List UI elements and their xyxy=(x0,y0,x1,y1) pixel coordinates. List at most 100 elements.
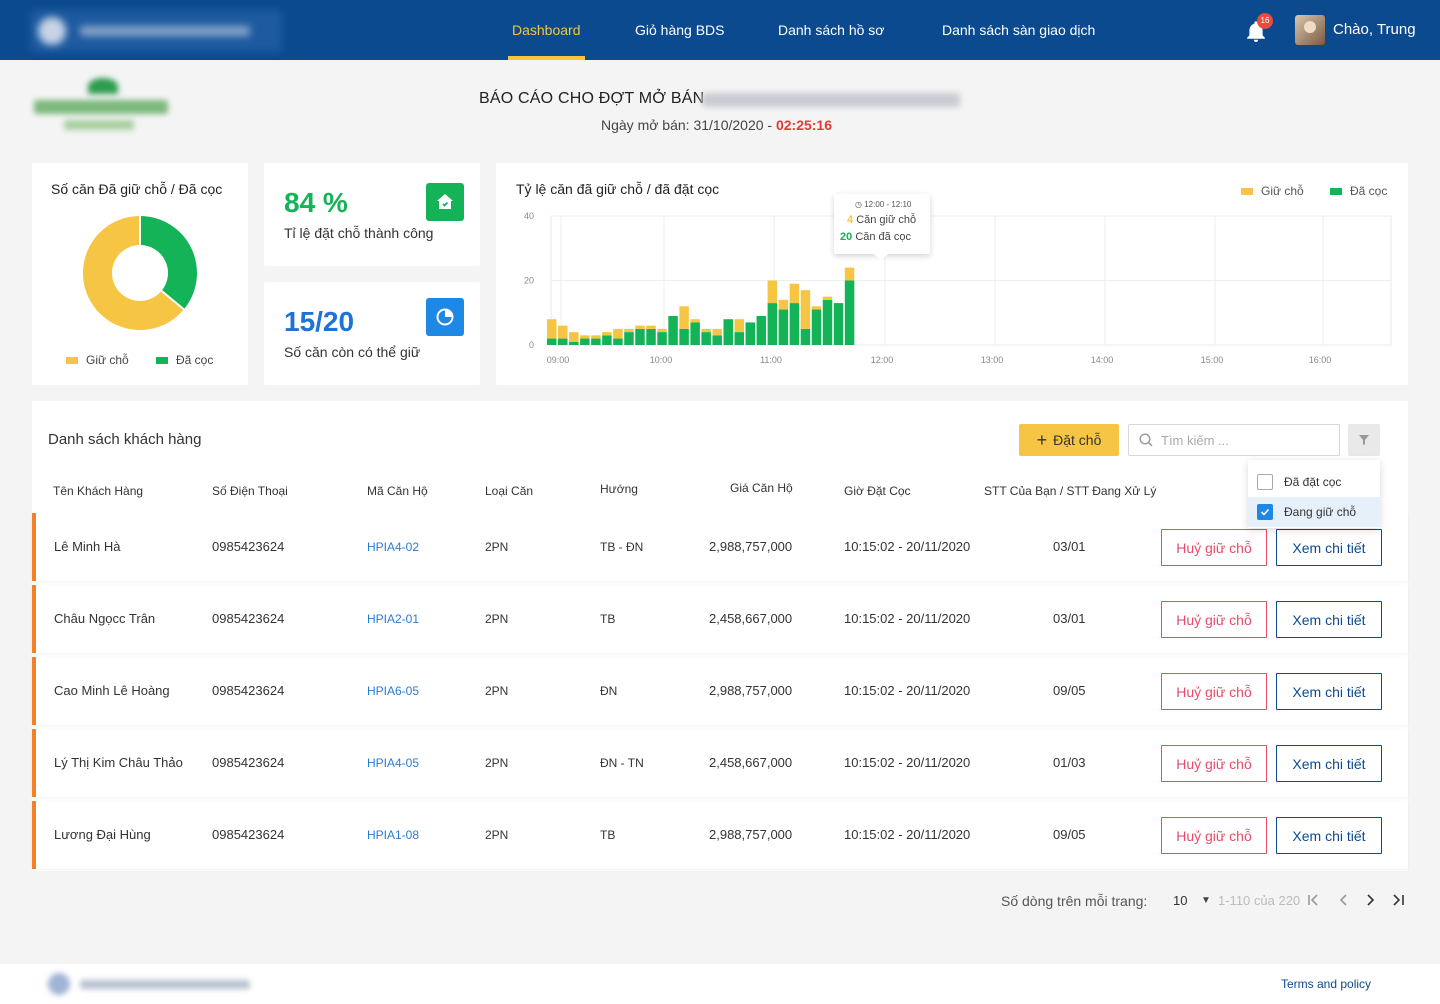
bar-deposit[interactable] xyxy=(767,303,778,345)
apartment-price: 2,988,757,000 xyxy=(709,539,793,554)
bar-hold[interactable] xyxy=(811,306,822,310)
next-page-icon[interactable] xyxy=(1362,892,1378,908)
cancel-hold-button[interactable]: Huỷ giữ chỗ xyxy=(1161,529,1267,566)
last-page-icon[interactable] xyxy=(1390,892,1406,908)
apartment-code[interactable]: HPIA4-05 xyxy=(367,729,419,797)
bar-deposit[interactable] xyxy=(789,303,800,345)
view-detail-button[interactable]: Xem chi tiết xyxy=(1276,601,1382,638)
table-row[interactable]: Châu Ngọcc Trân 0985423624 HPIA2-01 2PN … xyxy=(32,585,1408,653)
first-page-icon[interactable] xyxy=(1306,892,1322,908)
cancel-hold-button[interactable]: Huỷ giữ chỗ xyxy=(1161,817,1267,854)
bar-deposit[interactable] xyxy=(734,332,745,345)
bar-hold[interactable] xyxy=(679,306,689,329)
bar-hold[interactable] xyxy=(602,332,612,336)
clock-icon: ◷ xyxy=(855,200,865,209)
bar-deposit[interactable] xyxy=(580,338,590,345)
add-booking-button[interactable]: + Đặt chỗ xyxy=(1019,424,1119,456)
view-detail-button[interactable]: Xem chi tiết xyxy=(1276,745,1382,782)
bar-deposit[interactable] xyxy=(569,341,579,345)
apartment-code[interactable]: HPIA4-02 xyxy=(367,513,419,581)
search-box[interactable] xyxy=(1128,424,1340,456)
filter-button[interactable] xyxy=(1348,424,1380,456)
apartment-code[interactable]: HPIA6-05 xyxy=(367,657,419,725)
view-detail-button[interactable]: Xem chi tiết xyxy=(1276,529,1382,566)
table-row[interactable]: Lương Đại Hùng 0985423624 HPIA1-08 2PN T… xyxy=(32,801,1408,869)
checkbox-deposited[interactable] xyxy=(1257,474,1273,490)
cancel-hold-button[interactable]: Huỷ giữ chỗ xyxy=(1161,745,1267,782)
bar-deposit[interactable] xyxy=(723,319,733,345)
bar-deposit[interactable] xyxy=(635,328,645,345)
bar-deposit[interactable] xyxy=(646,328,656,345)
bar-deposit[interactable] xyxy=(679,328,689,345)
search-input[interactable] xyxy=(1161,432,1321,448)
table-row[interactable]: Lý Thị Kim Châu Thảo 0985423624 HPIA4-05… xyxy=(32,729,1408,797)
nav-exchanges[interactable]: Danh sách sàn giao dịch xyxy=(942,0,1095,60)
bar-hold[interactable] xyxy=(734,319,745,333)
bar-hold[interactable] xyxy=(569,332,579,342)
terms-link[interactable]: Terms and policy xyxy=(1281,977,1371,991)
bar-deposit[interactable] xyxy=(591,338,601,345)
bar-hold[interactable] xyxy=(822,296,833,300)
rows-per-page-select[interactable]: 10 xyxy=(1173,893,1187,908)
cancel-hold-button[interactable]: Huỷ giữ chỗ xyxy=(1161,673,1267,710)
prev-page-icon[interactable] xyxy=(1336,892,1352,908)
brand-logo[interactable] xyxy=(30,10,282,52)
bar-hold[interactable] xyxy=(624,328,634,333)
bar-deposit[interactable] xyxy=(756,315,767,345)
bar-hold[interactable] xyxy=(591,335,601,339)
bar-deposit[interactable] xyxy=(701,332,711,345)
bar-hold[interactable] xyxy=(778,299,789,310)
bar-deposit[interactable] xyxy=(745,322,756,345)
bar-deposit[interactable] xyxy=(602,335,612,345)
bar-deposit[interactable] xyxy=(844,280,855,346)
bar-deposit[interactable] xyxy=(712,335,722,345)
tooltip-hold: 4 Căn giữ chỗ xyxy=(847,214,917,226)
bar-chart[interactable]: 0 20 40 09:00 10:00 11:00 12:00 13:00 14:00 15:00… xyxy=(496,163,1408,385)
bar-hold[interactable] xyxy=(613,328,623,339)
chevron-down-icon[interactable]: ▼ xyxy=(1201,895,1211,906)
bar-deposit[interactable] xyxy=(657,332,667,345)
bar-deposit[interactable] xyxy=(811,309,822,345)
checkbox-holding[interactable] xyxy=(1257,504,1273,520)
bar-deposit[interactable] xyxy=(822,299,833,345)
bar-deposit[interactable] xyxy=(778,309,789,345)
bar-deposit[interactable] xyxy=(613,338,623,345)
bar-deposit[interactable] xyxy=(800,328,811,345)
filter-option-holding[interactable]: Đang giữ chỗ xyxy=(1248,497,1380,527)
user-greeting[interactable]: Chào, Trung xyxy=(1333,0,1416,60)
bar-deposit[interactable] xyxy=(668,315,678,345)
bar-hold[interactable] xyxy=(547,319,557,339)
bar-deposit[interactable] xyxy=(547,338,557,345)
bar-deposit[interactable] xyxy=(624,332,634,345)
bar-hold[interactable] xyxy=(646,325,656,329)
bar-hold[interactable] xyxy=(800,290,811,329)
bar-hold[interactable] xyxy=(701,328,711,333)
bar-hold[interactable] xyxy=(558,325,568,339)
bar-hold[interactable] xyxy=(844,267,855,281)
bar-hold[interactable] xyxy=(690,319,700,323)
nav-cart[interactable]: Giỏ hàng BDS xyxy=(635,0,725,60)
bar-deposit[interactable] xyxy=(833,303,844,345)
avatar[interactable] xyxy=(1295,15,1325,45)
queue-number: 09/05 xyxy=(1053,827,1086,842)
bar-hold[interactable] xyxy=(635,325,645,329)
bar-hold[interactable] xyxy=(767,280,778,304)
table-row[interactable]: Cao Minh Lê Hoàng 0985423624 HPIA6-05 2P… xyxy=(32,657,1408,725)
filter-option-deposited[interactable]: Đã đặt cọc xyxy=(1248,467,1380,497)
bar-hold[interactable] xyxy=(580,335,590,339)
nav-profiles[interactable]: Danh sách hồ sơ xyxy=(778,0,884,60)
tooltip-deposit: 20 Căn đã cọc xyxy=(840,231,911,243)
bar-deposit[interactable] xyxy=(558,338,568,345)
view-detail-button[interactable]: Xem chi tiết xyxy=(1276,673,1382,710)
apartment-code[interactable]: HPIA1-08 xyxy=(367,801,419,869)
bar-deposit[interactable] xyxy=(690,322,700,345)
cancel-hold-button[interactable]: Huỷ giữ chỗ xyxy=(1161,601,1267,638)
table-row[interactable]: Lê Minh Hà 0985423624 HPIA4-02 2PN TB - … xyxy=(32,513,1408,581)
nav-dashboard[interactable]: Dashboard xyxy=(508,0,584,60)
bar-hold[interactable] xyxy=(712,328,722,336)
view-detail-button[interactable]: Xem chi tiết xyxy=(1276,817,1382,854)
apartment-code[interactable]: HPIA2-01 xyxy=(367,585,419,653)
tooltip-time: ◷ 12:00 - 12:10 xyxy=(855,200,912,209)
bar-hold[interactable] xyxy=(657,328,667,333)
bar-hold[interactable] xyxy=(789,283,800,304)
